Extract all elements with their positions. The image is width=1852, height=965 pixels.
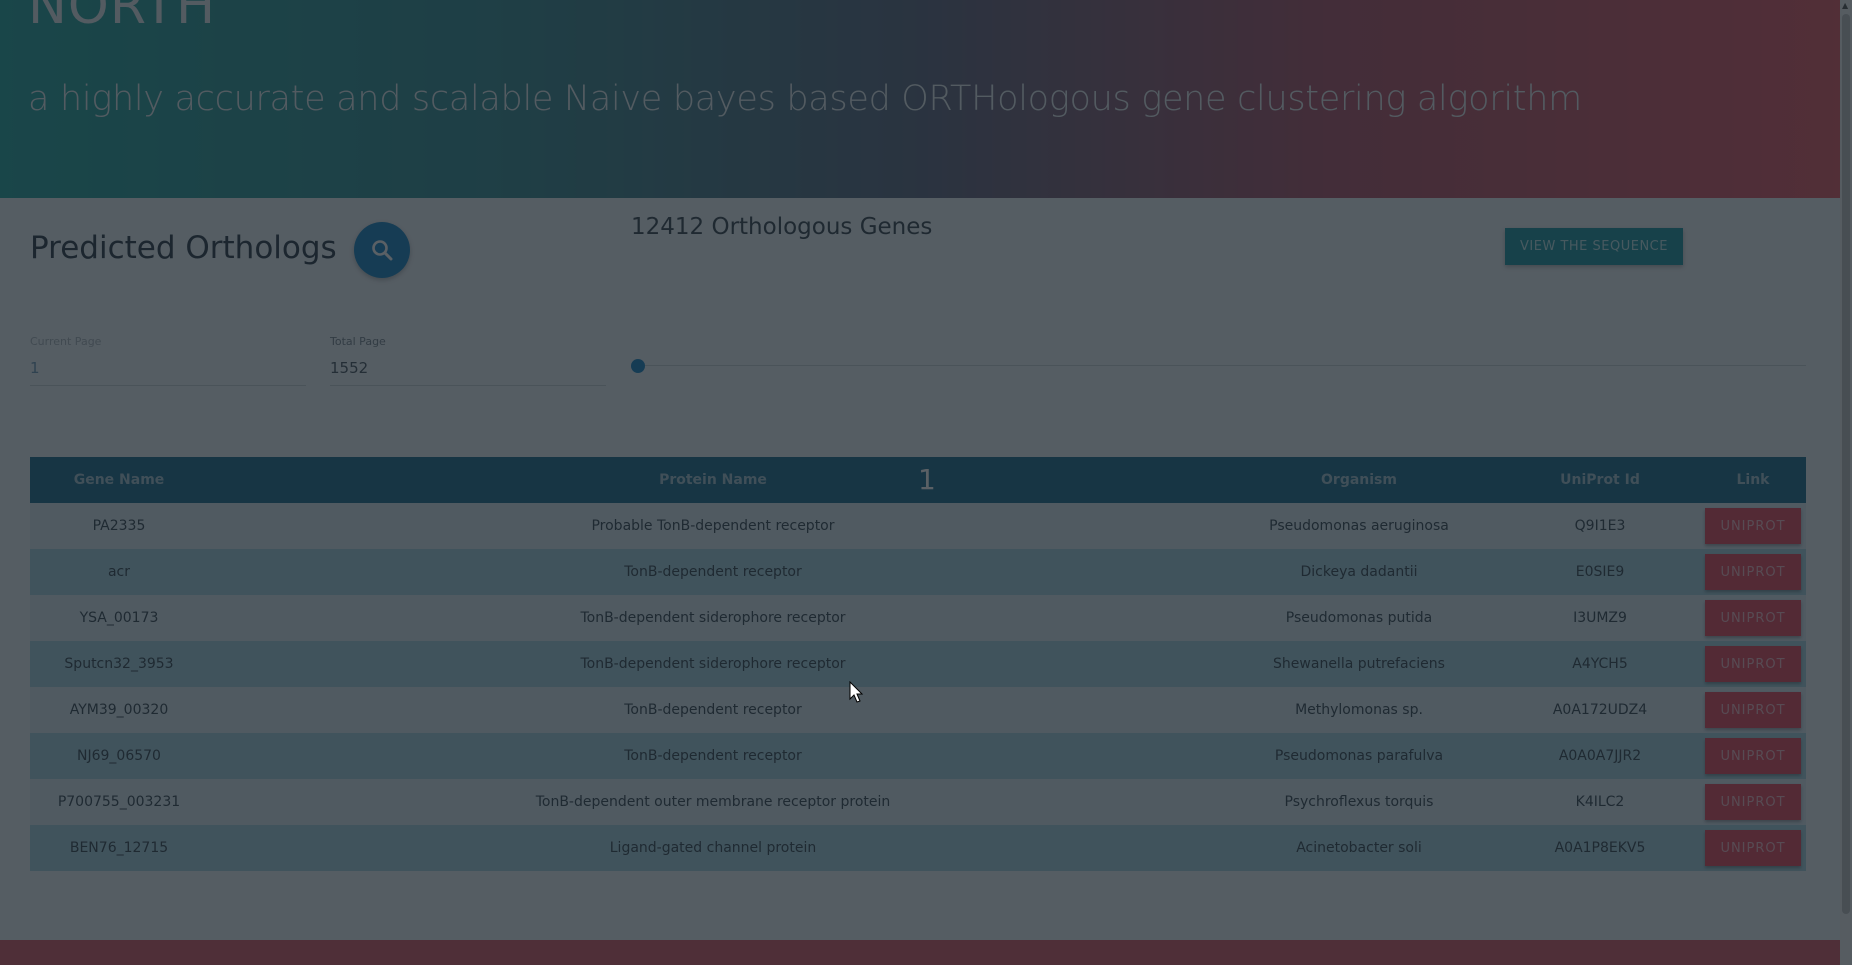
page-slider-thumb[interactable]: [631, 359, 645, 373]
link-cell: UNIPROT: [1700, 595, 1806, 641]
organism-cell: Dickeya dadantii: [1218, 549, 1500, 595]
link-cell: UNIPROT: [1700, 779, 1806, 825]
uniprot-id-cell: I3UMZ9: [1500, 595, 1700, 641]
table-row: P700755_003231 TonB-dependent outer memb…: [30, 779, 1806, 825]
orthologs-table: Gene Name Protein Name Organism UniProt …: [30, 457, 1806, 871]
current-page-field: Current Page: [30, 335, 306, 386]
section-title: Predicted Orthologs: [30, 230, 337, 266]
app-subtitle: a highly accurate and scalable Naive bay…: [28, 79, 1582, 119]
total-page-label: Total Page: [330, 335, 386, 348]
link-cell: UNIPROT: [1700, 733, 1806, 779]
uniprot-id-cell: A0A172UDZ4: [1500, 687, 1700, 733]
uniprot-id-cell: Q9I1E3: [1500, 503, 1700, 549]
gene-name-cell: YSA_00173: [30, 595, 208, 641]
organism-cell: Pseudomonas aeruginosa: [1218, 503, 1500, 549]
gene-name-cell: acr: [30, 549, 208, 595]
uniprot-button[interactable]: UNIPROT: [1705, 784, 1801, 820]
link-cell: UNIPROT: [1700, 503, 1806, 549]
uniprot-button[interactable]: UNIPROT: [1705, 508, 1801, 544]
scrollbar[interactable]: ▲: [1840, 0, 1852, 965]
scrollbar-thumb[interactable]: [1842, 14, 1850, 914]
page-slider-track[interactable]: [638, 365, 1806, 366]
gene-name-cell: PA2335: [30, 503, 208, 549]
uniprot-button[interactable]: UNIPROT: [1705, 830, 1801, 866]
protein-name-cell: TonB-dependent siderophore receptor: [208, 595, 1218, 641]
col-link: Link: [1700, 457, 1806, 503]
uniprot-id-cell: A4YCH5: [1500, 641, 1700, 687]
link-cell: UNIPROT: [1700, 549, 1806, 595]
col-protein-name[interactable]: Protein Name: [208, 457, 1218, 503]
col-gene-name[interactable]: Gene Name: [30, 457, 208, 503]
uniprot-button[interactable]: UNIPROT: [1705, 692, 1801, 728]
gene-name-cell: AYM39_00320: [30, 687, 208, 733]
link-cell: UNIPROT: [1700, 641, 1806, 687]
protein-name-cell: Ligand-gated channel protein: [208, 825, 1218, 871]
search-button[interactable]: [354, 222, 410, 278]
protein-name-cell: TonB-dependent outer membrane receptor p…: [208, 779, 1218, 825]
page-indicator: 1: [918, 463, 936, 496]
total-page-field: Total Page: [330, 335, 606, 386]
table-row: Sputcn32_3953 TonB-dependent siderophore…: [30, 641, 1806, 687]
uniprot-button[interactable]: UNIPROT: [1705, 738, 1801, 774]
table-row: PA2335 Probable TonB-dependent receptor …: [30, 503, 1806, 549]
table-row: NJ69_06570 TonB-dependent receptor Pseud…: [30, 733, 1806, 779]
gene-name-cell: P700755_003231: [30, 779, 208, 825]
organism-cell: Psychroflexus torquis: [1218, 779, 1500, 825]
scroll-up-arrow-icon[interactable]: ▲: [1842, 2, 1850, 10]
protein-name-cell: TonB-dependent receptor: [208, 687, 1218, 733]
current-page-input[interactable]: [30, 355, 306, 386]
protein-name-cell: TonB-dependent receptor: [208, 549, 1218, 595]
mouse-cursor-icon: [849, 681, 864, 703]
current-page-label: Current Page: [30, 335, 102, 348]
organism-cell: Pseudomonas parafulva: [1218, 733, 1500, 779]
link-cell: UNIPROT: [1700, 825, 1806, 871]
gene-name-cell: NJ69_06570: [30, 733, 208, 779]
uniprot-button[interactable]: UNIPROT: [1705, 554, 1801, 590]
table-row: YSA_00173 TonB-dependent siderophore rec…: [30, 595, 1806, 641]
view-sequence-button[interactable]: VIEW THE SEQUENCE: [1505, 228, 1683, 265]
organism-cell: Pseudomonas putida: [1218, 595, 1500, 641]
organism-cell: Shewanella putrefaciens: [1218, 641, 1500, 687]
app-title: NORTH: [28, 0, 217, 36]
uniprot-id-cell: E0SIE9: [1500, 549, 1700, 595]
table-row: acr TonB-dependent receptor Dickeya dada…: [30, 549, 1806, 595]
hero-banner: NORTH a highly accurate and scalable Nai…: [0, 0, 1840, 198]
link-cell: UNIPROT: [1700, 687, 1806, 733]
uniprot-button[interactable]: UNIPROT: [1705, 600, 1801, 636]
uniprot-button[interactable]: UNIPROT: [1705, 646, 1801, 682]
footer-strip: [0, 940, 1840, 965]
genes-count: 12412 Orthologous Genes: [631, 214, 933, 240]
organism-cell: Methylomonas sp.: [1218, 687, 1500, 733]
table-row: BEN76_12715 Ligand-gated channel protein…: [30, 825, 1806, 871]
col-uniprot-id[interactable]: UniProt Id: [1500, 457, 1700, 503]
total-page-input[interactable]: [330, 355, 606, 386]
table-row: AYM39_00320 TonB-dependent receptor Meth…: [30, 687, 1806, 733]
organism-cell: Acinetobacter soli: [1218, 825, 1500, 871]
uniprot-id-cell: K4ILC2: [1500, 779, 1700, 825]
protein-name-cell: Probable TonB-dependent receptor: [208, 503, 1218, 549]
uniprot-id-cell: A0A1P8EKV5: [1500, 825, 1700, 871]
protein-name-cell: TonB-dependent receptor: [208, 733, 1218, 779]
gene-name-cell: Sputcn32_3953: [30, 641, 208, 687]
protein-name-cell: TonB-dependent siderophore receptor: [208, 641, 1218, 687]
uniprot-id-cell: A0A0A7JJR2: [1500, 733, 1700, 779]
gene-name-cell: BEN76_12715: [30, 825, 208, 871]
search-icon: [372, 240, 393, 261]
col-organism[interactable]: Organism: [1218, 457, 1500, 503]
